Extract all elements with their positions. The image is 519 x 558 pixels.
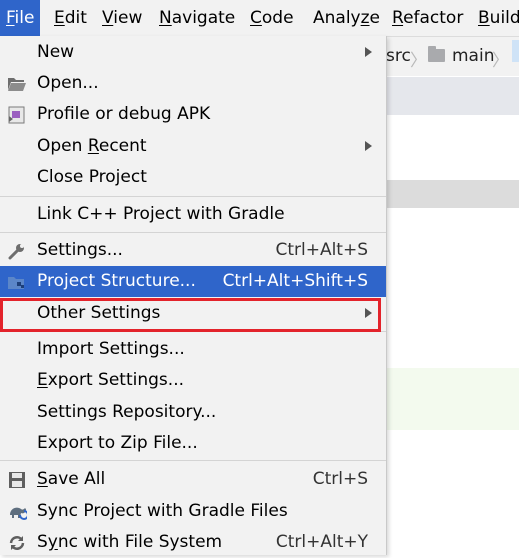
open-folder-icon [8,78,26,91]
folder-icon [428,46,445,62]
menu-separator [0,331,386,332]
gradle-sync-icon [10,507,27,520]
menu-item-other-settings[interactable]: Other Settings [0,298,386,329]
breadcrumb-separator: 〉 [410,51,427,71]
menu-code[interactable]: Code [244,0,300,36]
submenu-arrow-icon [365,47,372,57]
menu-bar: File Edit View Navigate Code Analyze Ref… [0,0,519,37]
menu-item-export-settings[interactable]: Export Settings... [0,365,386,396]
wrench-icon [8,244,24,260]
menu-navigate[interactable]: Navigate [153,0,241,36]
breadcrumb-separator: 〉 [492,51,509,71]
breadcrumb: src 〉 main 〉 [386,37,519,76]
menu-item-new[interactable]: New [0,37,386,68]
menu-file[interactable]: File [0,0,41,36]
editor-highlighted-block [386,368,519,430]
submenu-arrow-icon [365,141,372,151]
project-structure-icon [8,277,24,289]
toolbar-edge [512,40,519,62]
editor-tab-bar [386,77,519,115]
menu-separator [0,232,386,233]
submenu-arrow-icon [365,308,372,318]
menu-item-profile-apk[interactable]: Profile or debug APK [0,99,386,130]
menu-item-project-structure[interactable]: Project Structure... Ctrl+Alt+Shift+S [0,266,386,297]
menu-item-sync-fs[interactable]: Sync with File System Ctrl+Alt+Y [0,527,386,558]
menu-separator [0,460,386,461]
menu-item-settings-repository[interactable]: Settings Repository... [0,397,386,428]
menu-item-open-recent[interactable]: Open Recent [0,131,386,162]
menu-separator [0,196,386,197]
menu-item-link-cpp[interactable]: Link C++ Project with Gradle [0,199,386,230]
menu-item-sync-gradle[interactable]: Sync Project with Gradle Files [0,496,386,527]
sync-icon [9,536,25,550]
menu-item-settings[interactable]: Settings... Ctrl+Alt+S [0,235,386,266]
menu-build[interactable]: Build [472,0,519,36]
menu-item-import-settings[interactable]: Import Settings... [0,334,386,365]
menu-item-export-zip[interactable]: Export to Zip File... [0,428,386,459]
breadcrumb-src[interactable]: src [386,46,411,66]
menu-refactor[interactable]: Refactor [386,0,469,36]
editor-highlighted-line [386,180,519,208]
save-icon [9,472,25,488]
menu-view[interactable]: View [96,0,148,36]
menu-item-save-all[interactable]: Save All Ctrl+S [0,464,386,495]
breadcrumb-main[interactable]: main [452,46,494,66]
apk-icon [8,106,25,124]
menu-item-open[interactable]: Open... [0,68,386,99]
menu-item-close-project[interactable]: Close Project [0,162,386,193]
menu-analyze[interactable]: Analyze [307,0,386,36]
file-menu-dropdown: New Open... Profile or debug APK Open Re… [0,36,387,555]
menu-edit[interactable]: Edit [48,0,93,36]
